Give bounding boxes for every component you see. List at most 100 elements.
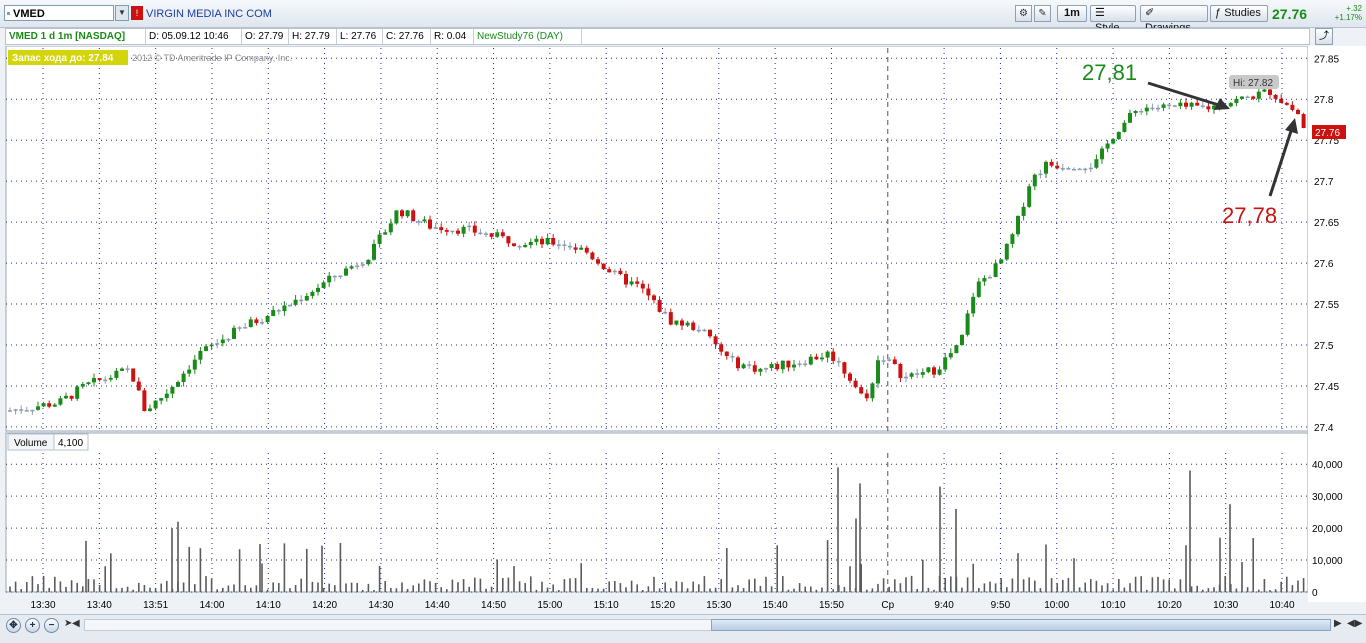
volume-bar: [1174, 588, 1176, 592]
chart-area[interactable]: 13:30 13:40 13:51 14:00 14:10 14:20 14:30 14:40…: [0, 46, 1366, 614]
candle-body: [338, 275, 343, 278]
volume-bar: [927, 587, 930, 592]
volume-bar: [709, 588, 711, 592]
volume-bar: [692, 581, 694, 592]
bar-close: C: 27.76: [383, 29, 431, 44]
candle-body: [260, 322, 264, 324]
chart-style-icon[interactable]: ⤴: [1315, 28, 1333, 45]
volume-bar: [395, 588, 398, 592]
symbol-input[interactable]: VMED: [4, 5, 114, 21]
pan-icon[interactable]: ✥: [6, 618, 21, 633]
scroll-left-icon[interactable]: ◀: [72, 618, 80, 629]
candle-body: [551, 237, 556, 245]
volume-bar: [832, 589, 834, 592]
volume-bar: [322, 588, 325, 592]
time-label: 10:40: [1269, 600, 1294, 611]
zoom-out-icon[interactable]: −: [44, 618, 59, 633]
volume-bar: [104, 566, 106, 592]
style-button[interactable]: ☰ Style: [1090, 5, 1136, 34]
volume-bar: [1028, 577, 1030, 592]
volume-bar: [1123, 587, 1126, 592]
volume-bar: [423, 579, 426, 592]
candle-body: [764, 367, 768, 370]
candle-body: [920, 372, 925, 375]
volume-bar: [720, 579, 722, 592]
candle-body: [976, 281, 981, 297]
candle-body: [1240, 96, 1244, 99]
volume-bar: [115, 588, 118, 592]
candle-body: [142, 390, 147, 412]
volume-bar: [1246, 587, 1249, 592]
settings-icon[interactable]: ⚙: [1015, 5, 1032, 22]
annotation-last: 27,78: [1222, 203, 1277, 228]
candle-body: [288, 304, 292, 307]
expand-icon[interactable]: ◀▶: [1347, 618, 1362, 629]
candle-body: [187, 369, 192, 374]
candle-body: [416, 221, 421, 223]
volume-bar: [70, 580, 73, 592]
symbol-dropdown-icon[interactable]: ▼: [115, 5, 129, 21]
change-pct: +1.17%: [1334, 13, 1362, 22]
time-label: 10:30: [1213, 600, 1238, 611]
candle-body: [724, 351, 729, 356]
zoom-in-icon[interactable]: +: [25, 618, 40, 633]
candle-body: [36, 406, 40, 410]
candle-body: [8, 410, 12, 412]
volume-bar: [1235, 588, 1238, 592]
volume-bar: [1146, 589, 1148, 592]
range-badge-text: Запас хода до: 27.84: [12, 53, 114, 64]
volume-bar: [143, 584, 146, 592]
candle-body: [1262, 89, 1267, 92]
volume-bar: [597, 588, 599, 592]
candle-body: [153, 400, 158, 409]
candle-body: [663, 311, 668, 314]
volume-bar: [855, 518, 857, 592]
drawings-button[interactable]: ✐ Drawings: [1140, 5, 1208, 34]
timeframe-button[interactable]: 1m: [1057, 5, 1087, 22]
volume-bar: [334, 585, 336, 592]
studies-label: Studies: [1224, 7, 1261, 19]
study-name[interactable]: NewStudy76 (DAY): [474, 29, 582, 44]
volume-bar: [1189, 470, 1191, 592]
candle-body: [1116, 131, 1121, 140]
volume-bar: [154, 588, 157, 592]
volume-bar: [905, 577, 907, 592]
candle-body: [948, 353, 953, 358]
hi-label: Hi: 27.82: [1233, 78, 1273, 89]
volume-bar: [496, 559, 498, 592]
time-label: 14:20: [312, 600, 337, 611]
volume-bar: [1162, 579, 1165, 592]
volume-bar: [188, 546, 190, 592]
candle-body: [780, 360, 785, 370]
volume-bar: [177, 521, 179, 592]
candle-body: [769, 364, 774, 368]
volume-bar: [255, 585, 258, 592]
candle-body: [685, 322, 690, 326]
candle-body: [668, 312, 673, 325]
candle-body: [887, 359, 892, 361]
volume-bar: [513, 566, 515, 592]
candle-body: [971, 296, 976, 314]
volume-bar: [378, 565, 381, 592]
chart-window: VMED ▼ ! VIRGIN MEDIA INC COM ⚙ ✎ 1m ☰ S…: [0, 0, 1366, 643]
candle-body: [1044, 161, 1048, 174]
scroll-right-icon[interactable]: ▶: [1334, 618, 1342, 629]
time-label: 10:00: [1044, 600, 1069, 611]
studies-button[interactable]: ƒ Studies: [1210, 5, 1268, 22]
volume-bar: [238, 549, 241, 592]
symbol-flag-icon[interactable]: !: [131, 6, 143, 20]
candle-body: [943, 357, 948, 370]
candle-body: [64, 395, 68, 399]
volume-bar: [468, 586, 470, 592]
candle-body: [500, 232, 505, 237]
candle-body: [652, 295, 656, 301]
scrollbar-thumb[interactable]: [711, 619, 1331, 631]
volume-bar: [698, 584, 700, 592]
candle-body: [372, 243, 376, 260]
candle-body: [400, 210, 404, 217]
candle-body: [1284, 102, 1289, 105]
volume-bar: [686, 588, 689, 592]
tools-icon[interactable]: ✎: [1034, 5, 1051, 22]
candle-body: [80, 384, 85, 387]
volume-bar: [110, 553, 112, 592]
